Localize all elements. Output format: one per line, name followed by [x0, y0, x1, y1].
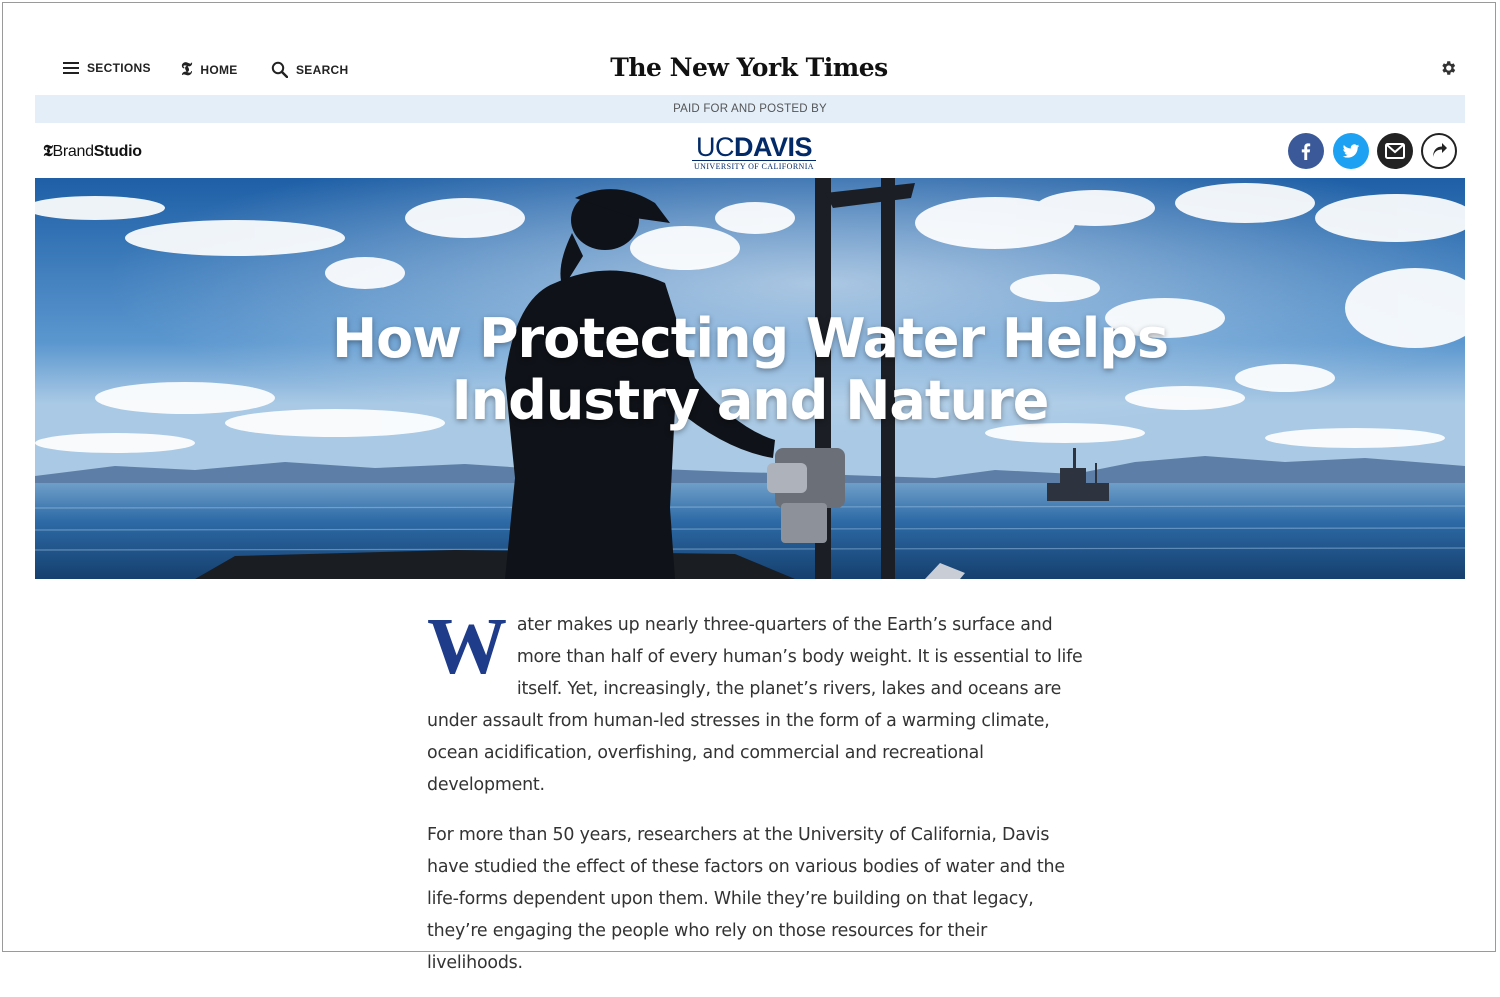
twitter-share-button[interactable] — [1333, 133, 1369, 169]
t-brandstudio-logo[interactable]: 𝕿BrandStudio — [43, 141, 142, 161]
top-navigation: SECTIONS 𝕿 HOME SEARCH The New York Time… — [3, 3, 1495, 95]
brandstudio-t-glyph: 𝕿 — [43, 141, 53, 160]
browser-frame: SECTIONS 𝕿 HOME SEARCH The New York Time… — [2, 2, 1496, 973]
hero-title-line-2: Industry and Nature — [451, 369, 1050, 432]
ucdavis-logo-subtitle: UNIVERSITY OF CALIFORNIA — [692, 160, 816, 171]
facebook-icon — [1301, 143, 1311, 160]
ucdavis-logo-davis: DAVIS — [733, 132, 813, 162]
article-paragraph-2: For more than 50 years, researchers at t… — [427, 825, 1065, 973]
brandstudio-studio-text: Studio — [93, 143, 142, 160]
hero-title-line-1: How Protecting Water Helps — [331, 307, 1169, 370]
facebook-share-button[interactable] — [1288, 133, 1324, 169]
hero-title: How Protecting Water Helps Industry and … — [35, 308, 1465, 432]
share-arrow-icon — [1433, 143, 1447, 157]
hero-banner: How Protecting Water Helps Industry and … — [35, 178, 1465, 579]
ucdavis-logo-uc: UC — [695, 132, 735, 162]
twitter-icon — [1342, 144, 1360, 158]
email-share-button[interactable] — [1377, 133, 1413, 169]
ucdavis-logo[interactable]: UCDAVIS UNIVERSITY OF CALIFORNIA — [692, 132, 816, 171]
nyt-masthead-logo[interactable]: The New York Times — [3, 53, 1495, 82]
article-paragraph-1-text: ater makes up nearly three-quarters of t… — [427, 615, 1083, 795]
article-paragraph-1: Water makes up nearly three-quarters of … — [427, 603, 1087, 801]
paid-post-banner: PAID FOR AND POSTED BY — [35, 95, 1465, 123]
email-icon — [1385, 143, 1405, 159]
gear-icon[interactable] — [1439, 59, 1457, 77]
sponsor-row: 𝕿BrandStudio UCDAVIS UNIVERSITY OF CALIF… — [3, 123, 1495, 178]
share-more-button[interactable] — [1421, 133, 1457, 169]
drop-cap: W — [427, 603, 507, 691]
brandstudio-brand-text: Brand — [52, 143, 95, 160]
article-body: Water makes up nearly three-quarters of … — [427, 603, 1087, 997]
